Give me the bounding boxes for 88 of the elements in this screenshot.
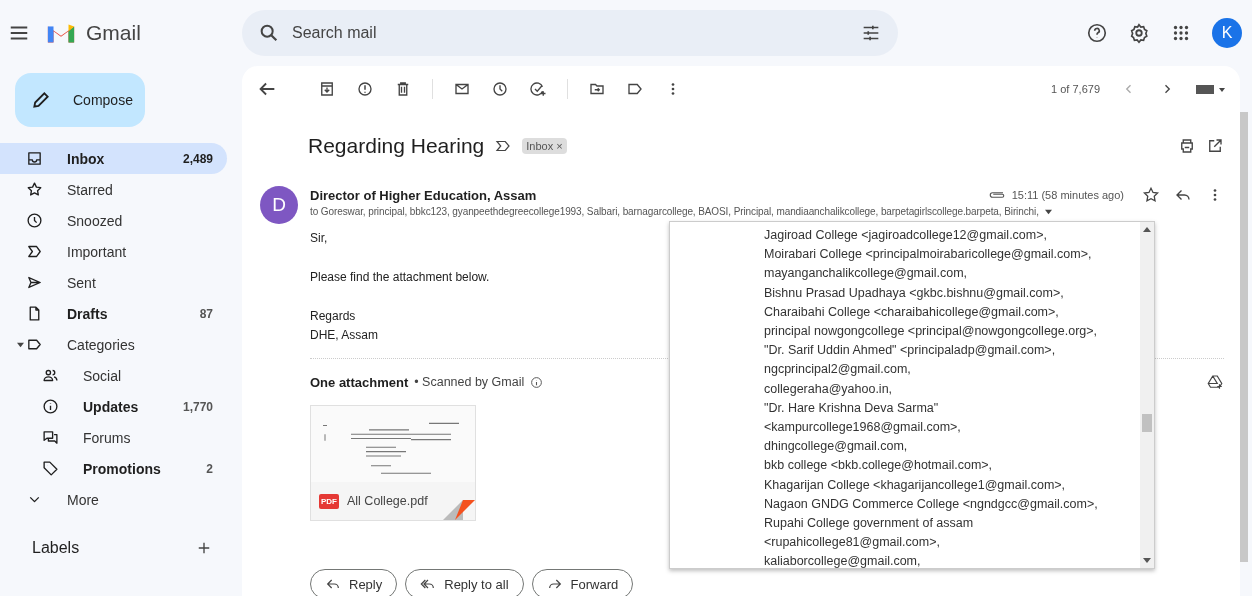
label-chip: Inbox × [522,138,567,154]
body-text: Please find the attachment below. [310,270,490,284]
popup-scrollbar[interactable] [1140,222,1154,568]
recipient-text: "Dr. Sarif Uddin Ahmed" <principaladp@gmail.com>, [764,342,1057,360]
remove-label-button[interactable]: × [556,140,563,152]
attachment-card[interactable]: PDF All College.pdf [310,405,476,521]
recipient-text: <rupahicollege81@gmail.com>, [764,534,941,552]
recipient-text: "Dr. Hare Krishna Deva Sarma" [764,399,940,417]
recipient-text: ngcprincipal2@gmail.com, [764,361,912,379]
page-corner-icon [443,500,475,520]
pdf-badge: PDF [319,493,339,509]
recipient-text: Nagaon GNDG Commerce College <ngndgcc@gmail.com>, [764,495,1099,513]
recipient-text: bkb college <bkb.college@hotmail.com>, [764,457,994,475]
sidebar-item[interactable]: Promotions 2 [0,453,227,484]
attachment-filename: All College.pdf [347,494,428,508]
compose-button[interactable]: Compose [15,73,145,127]
recipient-text: Moirabari College <principalmoirabaricollege@gmail.com>, [764,246,1093,264]
labels-heading: Labels [32,539,80,557]
recipient-text: collegeraha@yahoo.in, [764,380,894,398]
app-name: Gmail [86,21,141,45]
inbox-icon [26,150,43,167]
sidebar-item[interactable]: Snoozed [0,205,227,236]
settings-icon[interactable] [1128,22,1150,44]
archive-icon[interactable] [318,80,336,98]
tag-icon [42,460,59,477]
search-icon[interactable] [258,22,280,44]
scrollbar-thumb[interactable] [1142,414,1152,432]
recipient-text: principal nowgongcollege <principal@nowgongcollege.org>, [764,323,1099,340]
body-text: Sir, [310,231,328,245]
paperclip-icon [987,190,1006,200]
star-icon [26,181,43,198]
scroll-down-icon[interactable] [1143,556,1151,564]
recipient-text: <kampurcollege1968@gmail.com>, [764,419,962,437]
recipient-text: Jagiroad College <jagiroadcollege12@gmail.com>, [764,227,1048,244]
sidebar-item[interactable]: Forums [0,422,227,453]
open-new-window-icon[interactable] [1206,137,1224,155]
sidebar-item[interactable]: Sent [0,267,227,298]
search-field[interactable]: Search mail [242,10,898,56]
reply-button[interactable]: Reply [310,569,398,596]
attachment-count: One attachment [310,374,409,390]
sender-name: Director of Higher Education, Assam [310,187,537,203]
recipient-text: Khagarijan College <khagarijancollege1@gmail.com>, [764,476,1067,494]
timestamp: 15:11 (58 minutes ago) [1011,189,1124,201]
caret-down-icon[interactable] [17,341,24,348]
info-icon[interactable] [530,375,544,389]
sidebar-item[interactable]: Drafts 87 [0,298,227,329]
sidebar-item[interactable]: More [0,484,227,515]
sender-avatar: D [260,186,298,224]
scan-note: • Scanned by Gmail [414,375,525,389]
people-icon [42,367,59,384]
scrollbar-thumb[interactable] [1240,112,1248,562]
search-input[interactable]: Search mail [290,23,850,43]
sidebar-item[interactable]: Important [0,236,227,267]
clock-icon[interactable] [491,80,509,98]
send-icon [26,274,43,291]
pagination-text: 1 of 7,679 [1051,83,1100,95]
drive-add-icon[interactable] [1206,373,1224,391]
pencil-icon [31,90,51,110]
sidebar-item[interactable]: Updates 1,770 [0,391,227,422]
star-icon[interactable] [1142,186,1160,204]
body-text: Regards [310,309,356,323]
clock-icon [26,212,43,229]
recipient-text: kaliaborcollege@gmail.com, [764,553,922,568]
account-avatar[interactable]: K [1212,18,1242,48]
recipient-text: Charaibahi College <charaibahicollege@gmail.com>, [764,303,1060,321]
chat-bubbles-icon [42,429,59,446]
print-icon[interactable] [1178,137,1196,155]
scroll-up-icon[interactable] [1143,226,1151,234]
email-subject: Regarding Hearing [308,134,485,158]
info-icon [42,398,59,415]
recipients-line: to Goreswar, principal, bbkc123, gyanpeethdegreecollege1993, Salbari, barnagarcollege, BAOSI, Principal, mandiaanchalikcollege, barpetagirlscollege.barpeta, Birinchi, [310,206,1039,217]
help-icon[interactable] [1086,22,1108,44]
reply-all-button[interactable]: Reply to all [405,569,524,596]
body-text: DHE, Assam [310,328,378,342]
caret-down-icon[interactable] [1044,208,1052,215]
forward-button[interactable]: Forward [531,569,634,596]
recipient-text: mayanganchalikcollege@gmail.com, [764,265,969,283]
sidebar-item[interactable]: Social [0,360,227,391]
sidebar-item[interactable]: Inbox 2,489 [0,143,227,174]
sidebar-item[interactable]: Starred [0,174,227,205]
keyboard-icon[interactable] [1196,83,1226,95]
spam-icon[interactable] [356,80,374,98]
important-icon [26,243,43,260]
recipient-text: dhingcollege@gmail.com, [764,438,909,456]
recipient-text: Rupahi College government of assam [764,515,975,533]
check-plus-icon[interactable] [529,80,547,98]
recipient-text: Bishnu Prasad Upadhaya <gkbc.bishnu@gmail.com>, [764,284,1065,302]
sidebar-item[interactable]: Categories [0,329,227,360]
